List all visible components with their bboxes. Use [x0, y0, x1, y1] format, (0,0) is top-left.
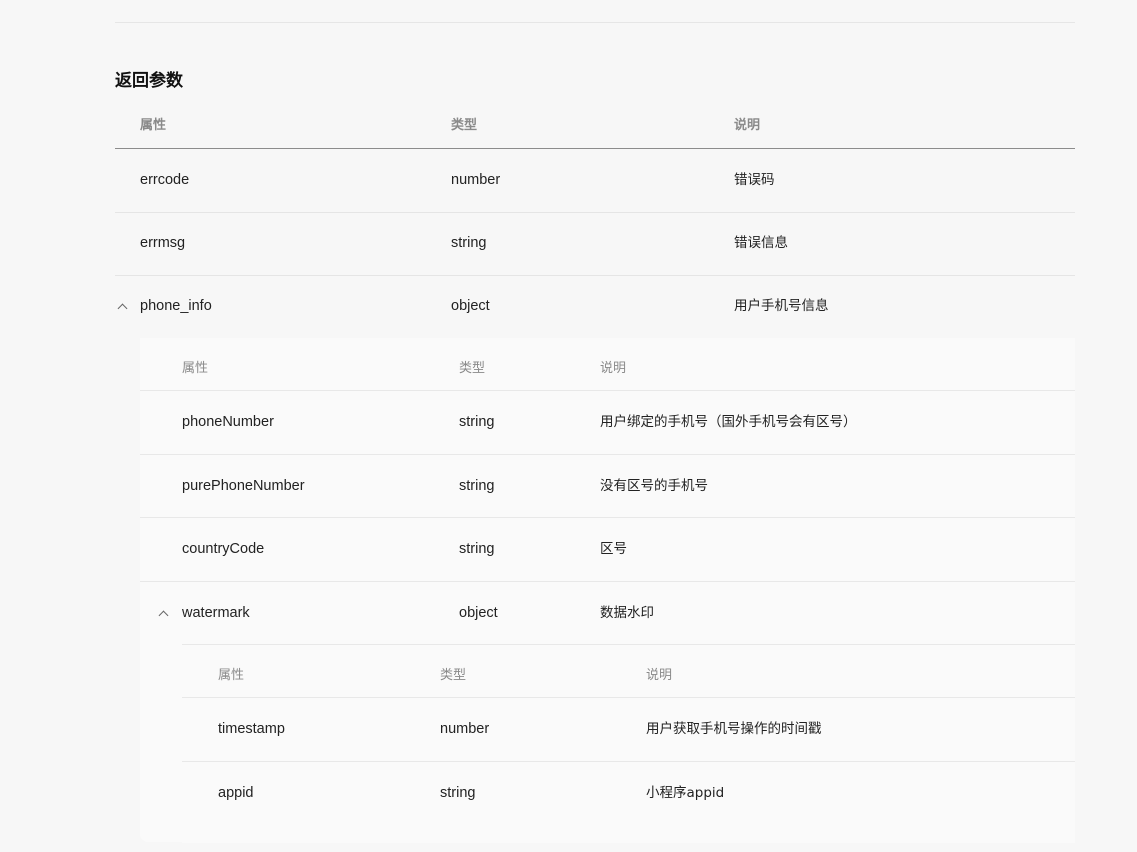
header-name: 属性 [140, 118, 167, 133]
param-name: purePhoneNumber [182, 478, 305, 494]
param-name: phoneNumber [182, 414, 274, 430]
table-row: appid string 小程序appid [182, 761, 1075, 825]
watermark-subtable: 属性 类型 说明 timestamp number 用户获取手机号操作的时间戳 … [182, 644, 1075, 843]
param-name: errmsg [140, 235, 186, 251]
param-type: string [440, 785, 476, 801]
param-name: watermark [182, 605, 250, 621]
param-type: string [459, 541, 495, 557]
table-row: purePhoneNumber string 没有区号的手机号 [140, 454, 1075, 518]
param-desc: 用户绑定的手机号（国外手机号会有区号） [600, 414, 857, 430]
table-row: errmsg string 错误信息 [115, 212, 1075, 276]
param-type: object [459, 605, 498, 621]
param-desc: 错误码 [734, 172, 775, 188]
params-table-header: 属性 类型 说明 [115, 104, 1075, 149]
param-desc: 小程序appid [646, 785, 725, 801]
param-type: string [459, 478, 495, 494]
header-desc: 说明 [734, 118, 761, 133]
section-title: 返回参数 [115, 71, 183, 91]
subtable-header: 属性 类型 说明 [140, 338, 1075, 390]
table-row: phoneNumber string 用户绑定的手机号（国外手机号会有区号） [140, 390, 1075, 454]
header-type: 类型 [451, 118, 478, 133]
param-type: number [440, 721, 490, 737]
param-desc: 用户手机号信息 [734, 298, 829, 314]
param-type: string [451, 235, 487, 251]
chevron-up-icon[interactable] [158, 610, 169, 621]
table-row: errcode number 错误码 [115, 149, 1075, 213]
param-desc: 错误信息 [734, 235, 788, 251]
param-desc: 没有区号的手机号 [600, 478, 708, 494]
table-row-expandable[interactable]: watermark object 数据水印 [140, 581, 1075, 645]
param-name: phone_info [140, 298, 212, 314]
param-type: object [451, 298, 490, 314]
param-name: appid [218, 785, 254, 801]
chevron-up-icon[interactable] [117, 303, 128, 314]
table-row: timestamp number 用户获取手机号操作的时间戳 [182, 697, 1075, 761]
table-row: countryCode string 区号 [140, 517, 1075, 581]
subtable-header: 属性 类型 说明 [182, 645, 1075, 697]
param-desc: 区号 [600, 541, 627, 557]
param-desc: 用户获取手机号操作的时间戳 [646, 721, 822, 737]
param-name: errcode [140, 172, 190, 188]
param-desc: 数据水印 [600, 605, 654, 621]
doc-page: 返回参数 属性 类型 说明 errcode number 错误码 errmsg … [0, 0, 1137, 852]
param-name: timestamp [218, 721, 285, 737]
param-type: string [459, 414, 495, 430]
section-divider [115, 22, 1075, 23]
phone-info-subtable: 属性 类型 说明 phoneNumber string 用户绑定的手机号（国外手… [140, 338, 1075, 843]
param-type: number [451, 172, 501, 188]
table-row-expandable[interactable]: phone_info object 用户手机号信息 [115, 275, 1075, 338]
param-name: countryCode [182, 541, 265, 557]
